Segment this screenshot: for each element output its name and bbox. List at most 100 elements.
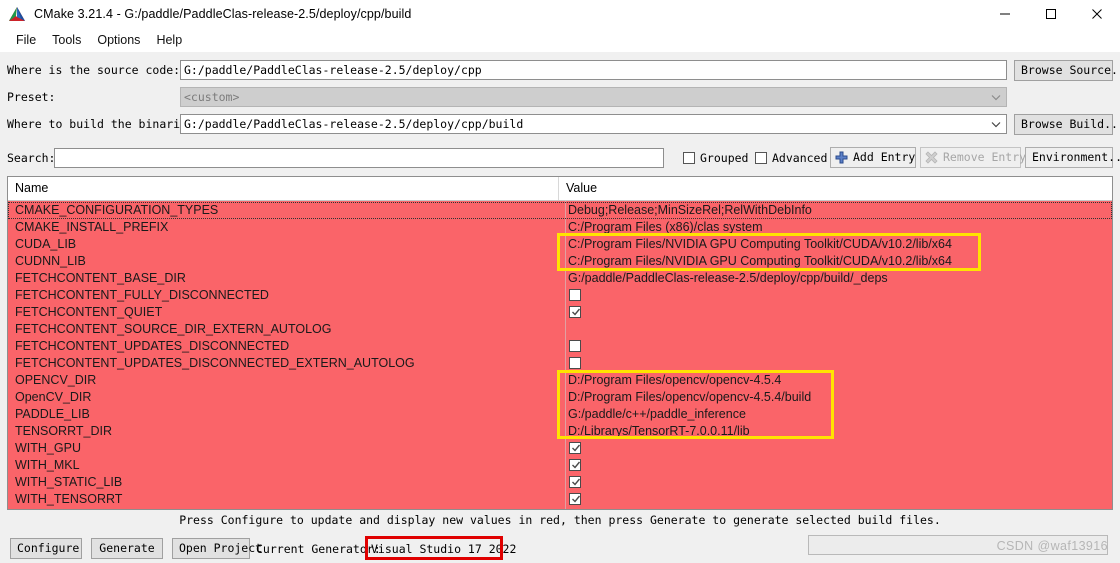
cache-entry-value[interactable]: G:/paddle/PaddleClas-release-2.5/deploy/… [568, 270, 888, 287]
checkbox-unchecked-icon[interactable] [569, 289, 581, 301]
table-row[interactable]: FETCHCONTENT_SOURCE_DIR_EXTERN_AUTOLOG [8, 321, 1112, 338]
table-row[interactable]: CUDA_LIB C:/Program Files/NVIDIA GPU Comp… [8, 236, 1112, 253]
source-label: Where is the source code: [7, 63, 181, 77]
cache-entry-value[interactable]: D:/Program Files/opencv/opencv-4.5.4 [568, 372, 781, 389]
cache-entry-value[interactable]: D:/Librarys/TensorRT-7.0.0.11/lib [568, 423, 750, 440]
cmake-gui-window: CMake 3.21.4 - G:/paddle/PaddleClas-rele… [0, 0, 1120, 563]
menu-item-options[interactable]: Options [89, 31, 148, 49]
search-input[interactable] [54, 148, 664, 168]
table-row[interactable]: TENSORRT_DIR D:/Librarys/TensorRT-7.0.0.1… [8, 423, 1112, 440]
title-bar: CMake 3.21.4 - G:/paddle/PaddleClas-rele… [0, 0, 1120, 28]
table-row[interactable]: FETCHCONTENT_FULLY_DISCONNECTED [8, 287, 1112, 304]
menu-bar: File Tools Options Help [0, 28, 1120, 52]
source-input[interactable]: G:/paddle/PaddleClas-release-2.5/deploy/… [180, 60, 1007, 80]
environment-button[interactable]: Environment... [1025, 147, 1120, 168]
cache-entry-name: OPENCV_DIR [15, 373, 97, 387]
configure-button[interactable]: Configure [10, 538, 82, 559]
cache-entry-name: FETCHCONTENT_SOURCE_DIR_EXTERN_AUTOLOG [15, 322, 332, 336]
search-row: Search: Grouped Advanced Add Entry Remov… [0, 147, 1120, 170]
cache-table[interactable]: Name Value CMAKE_CONFIGURATION_TYPES Debu… [7, 176, 1113, 510]
open-project-button[interactable]: Open Project [172, 538, 262, 559]
cache-table-body: CMAKE_CONFIGURATION_TYPES Debug;Release;M… [8, 201, 1112, 509]
table-row[interactable]: FETCHCONTENT_QUIET [8, 304, 1112, 321]
grouped-checkbox[interactable]: Grouped [683, 151, 748, 165]
table-row[interactable]: CMAKE_CONFIGURATION_TYPES Debug;Release;M… [8, 202, 1112, 219]
cache-entry-name: FETCHCONTENT_BASE_DIR [15, 271, 186, 285]
advanced-checkbox[interactable]: Advanced [755, 151, 827, 165]
cache-entry-name: FETCHCONTENT_QUIET [15, 305, 163, 319]
checkbox-checked-icon[interactable] [569, 493, 581, 505]
close-button[interactable] [1074, 0, 1120, 28]
cache-entry-name: PADDLE_LIB [15, 407, 90, 421]
build-input[interactable]: G:/paddle/PaddleClas-release-2.5/deploy/… [180, 114, 1007, 134]
current-generator-label: Current Generator: [256, 542, 381, 556]
close-icon [1092, 9, 1102, 19]
cache-entry-value[interactable]: C:/Program Files/NVIDIA GPU Computing To… [568, 253, 952, 270]
table-row[interactable]: FETCHCONTENT_BASE_DIR G:/paddle/PaddleCla… [8, 270, 1112, 287]
browse-build-button[interactable]: Browse Build... [1014, 114, 1120, 135]
cache-entry-name: FETCHCONTENT_FULLY_DISCONNECTED [15, 288, 269, 302]
remove-x-icon [925, 151, 938, 164]
maximize-icon [1046, 9, 1056, 19]
cache-entry-name: CMAKE_CONFIGURATION_TYPES [15, 203, 219, 217]
preset-select[interactable]: <custom> [180, 87, 1007, 107]
browse-source-button[interactable]: Browse Source... [1014, 60, 1120, 81]
table-row[interactable]: WITH_TENSORRT [8, 491, 1112, 508]
search-label: Search: [7, 151, 56, 165]
checkbox-unchecked-icon[interactable] [569, 357, 581, 369]
remove-entry-button[interactable]: Remove Entry [920, 147, 1026, 168]
minimize-button[interactable] [982, 0, 1028, 28]
checkbox-checked-icon[interactable] [569, 306, 581, 318]
cache-entry-name: FETCHCONTENT_UPDATES_DISCONNECTED_EXTERN… [15, 356, 415, 370]
cache-entry-name: OpenCV_DIR [15, 390, 92, 404]
cmake-logo-icon [9, 7, 25, 21]
checkbox-checked-icon[interactable] [569, 476, 581, 488]
column-header-name[interactable]: Name [8, 177, 559, 200]
table-row[interactable]: FETCHCONTENT_UPDATES_DISCONNECTED [8, 338, 1112, 355]
table-row[interactable]: OPENCV_DIR D:/Program Files/opencv/opencv… [8, 372, 1112, 389]
checkbox-unchecked-icon[interactable] [569, 340, 581, 352]
add-entry-button[interactable]: Add Entry [830, 147, 916, 168]
cache-table-header: Name Value [8, 177, 1112, 201]
status-hint: Press Configure to update and display ne… [179, 513, 941, 527]
table-row[interactable]: WITH_GPU [8, 440, 1112, 457]
column-header-value[interactable]: Value [559, 177, 1112, 200]
table-row[interactable]: FETCHCONTENT_UPDATES_DISCONNECTED_EXTERN… [8, 355, 1112, 372]
checkbox-checked-icon[interactable] [569, 442, 581, 454]
table-row[interactable]: WITH_MKL [8, 457, 1112, 474]
grouped-label: Grouped [700, 151, 749, 165]
cache-entry-value[interactable]: G:/paddle/c++/paddle_inference [568, 406, 746, 423]
preset-label: Preset: [7, 90, 56, 104]
generate-button[interactable]: Generate [91, 538, 163, 559]
menu-item-tools[interactable]: Tools [44, 31, 89, 49]
advanced-checkbox-box [755, 152, 767, 164]
table-row[interactable]: PADDLE_LIB G:/paddle/c++/paddle_inference [8, 406, 1112, 423]
table-row[interactable]: CMAKE_INSTALL_PREFIX C:/Program Files (x8… [8, 219, 1112, 236]
remove-entry-label: Remove Entry [943, 150, 1027, 164]
plus-icon [835, 151, 848, 164]
cache-entry-name: WITH_GPU [15, 441, 81, 455]
add-entry-label: Add Entry [853, 150, 916, 164]
menu-item-help[interactable]: Help [148, 31, 190, 49]
watermark: CSDN @waf13916 [996, 539, 1108, 553]
cache-entry-value[interactable]: Debug;Release;MinSizeRel;RelWithDebInfo [568, 202, 812, 219]
cache-entry-value[interactable]: C:/Program Files/NVIDIA GPU Computing To… [568, 236, 952, 253]
cache-entry-value[interactable]: C:/Program Files (x86)/clas system [568, 219, 762, 236]
menu-item-file[interactable]: File [8, 31, 44, 49]
cache-entry-name: WITH_TENSORRT [15, 492, 123, 506]
chevron-down-icon-build[interactable] [988, 115, 1004, 133]
window-title: CMake 3.21.4 - G:/paddle/PaddleClas-rele… [34, 7, 412, 21]
advanced-label: Advanced [772, 151, 828, 165]
paths-form: Where is the source code: G:/paddle/Padd… [0, 52, 1120, 175]
build-row: Where to build the binaries: G:/paddle/P… [0, 114, 1120, 136]
cache-entry-name: CUDNN_LIB [15, 254, 86, 268]
cache-entry-name: WITH_MKL [15, 458, 80, 472]
chevron-down-icon-preset [988, 88, 1004, 106]
table-row[interactable]: CUDNN_LIB C:/Program Files/NVIDIA GPU Com… [8, 253, 1112, 270]
checkbox-checked-icon[interactable] [569, 459, 581, 471]
table-row[interactable]: WITH_STATIC_LIB [8, 474, 1112, 491]
cache-entry-name: CUDA_LIB [15, 237, 77, 251]
maximize-button[interactable] [1028, 0, 1074, 28]
table-row[interactable]: OpenCV_DIR D:/Program Files/opencv/opencv… [8, 389, 1112, 406]
cache-entry-value[interactable]: D:/Program Files/opencv/opencv-4.5.4/bui… [568, 389, 811, 406]
